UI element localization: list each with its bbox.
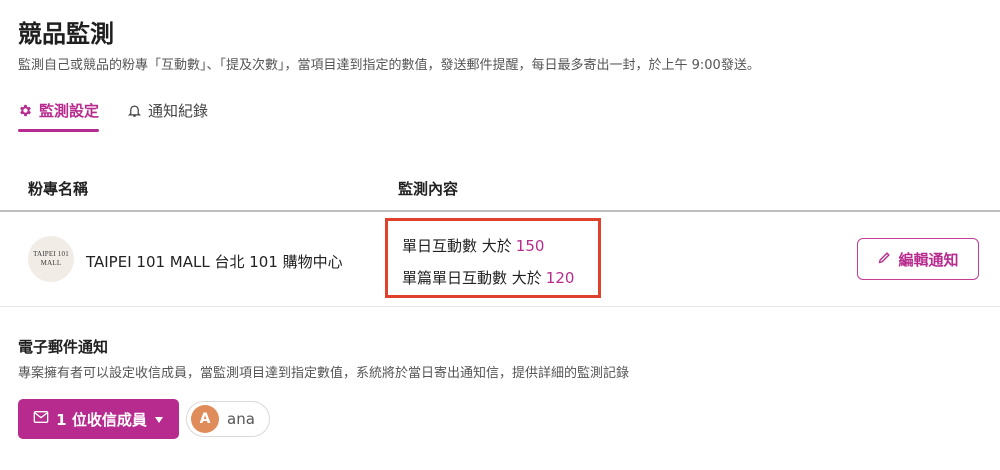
page-avatar: TAIPEI 101 MALL bbox=[28, 236, 74, 282]
rule-value: 150 bbox=[515, 237, 545, 255]
rule-value: 120 bbox=[545, 269, 575, 287]
tab-label: 監測設定 bbox=[39, 101, 100, 120]
tab-label: 通知紀錄 bbox=[148, 101, 209, 120]
avatar-logo-text: TAIPEI 101 bbox=[33, 250, 69, 258]
recipient-chip[interactable]: A ana bbox=[186, 401, 270, 437]
monitor-rule: 單日互動數 大於 150 bbox=[402, 235, 544, 256]
tab-notification-log[interactable]: 通知紀錄 bbox=[127, 96, 208, 124]
table-row: TAIPEI 101 MALL TAIPEI 101 MALL 台北 101 購… bbox=[0, 213, 1000, 307]
column-header-monitor-content: 監測內容 bbox=[398, 180, 459, 198]
page-name: TAIPEI 101 MALL 台北 101 購物中心 bbox=[86, 253, 343, 271]
caret-down-icon bbox=[154, 410, 164, 428]
page-description: 監測自己或競品的粉專「互動數」、「提及次數」，當項目達到指定的數值，發送郵件提醒… bbox=[18, 58, 760, 73]
tab-bar: 監測設定 通知紀錄 bbox=[18, 96, 208, 134]
pencil-icon bbox=[877, 250, 892, 269]
email-section-description: 專案擁有者可以設定收信成員，當監測項目達到指定數值，系統將於當日寄出通知信，提供… bbox=[18, 366, 630, 381]
edit-button-label: 編輯通知 bbox=[898, 250, 959, 269]
recipients-label: 1 位收信成員 bbox=[56, 410, 147, 429]
avatar: A bbox=[191, 405, 219, 433]
mail-icon bbox=[33, 410, 49, 428]
bell-icon bbox=[127, 103, 142, 118]
recipients-dropdown-button[interactable]: 1 位收信成員 bbox=[18, 399, 179, 439]
column-header-page-name: 粉專名稱 bbox=[28, 180, 89, 198]
gear-icon bbox=[18, 103, 33, 118]
edit-notification-button[interactable]: 編輯通知 bbox=[857, 238, 979, 280]
recipient-name: ana bbox=[227, 410, 255, 428]
tab-monitor-settings[interactable]: 監測設定 bbox=[18, 96, 100, 132]
email-section-title: 電子郵件通知 bbox=[18, 338, 109, 356]
rule-label: 單篇單日互動數 大於 bbox=[402, 269, 542, 287]
monitor-rule: 單篇單日互動數 大於 120 bbox=[402, 267, 574, 288]
page-title: 競品監測 bbox=[18, 20, 114, 48]
monitor-rules-highlight: 單日互動數 大於 150 單篇單日互動數 大於 120 bbox=[385, 218, 601, 298]
avatar-logo-text: MALL bbox=[40, 259, 62, 267]
table-header: 粉專名稱 監測內容 bbox=[0, 162, 1000, 212]
rule-label: 單日互動數 大於 bbox=[402, 237, 512, 255]
